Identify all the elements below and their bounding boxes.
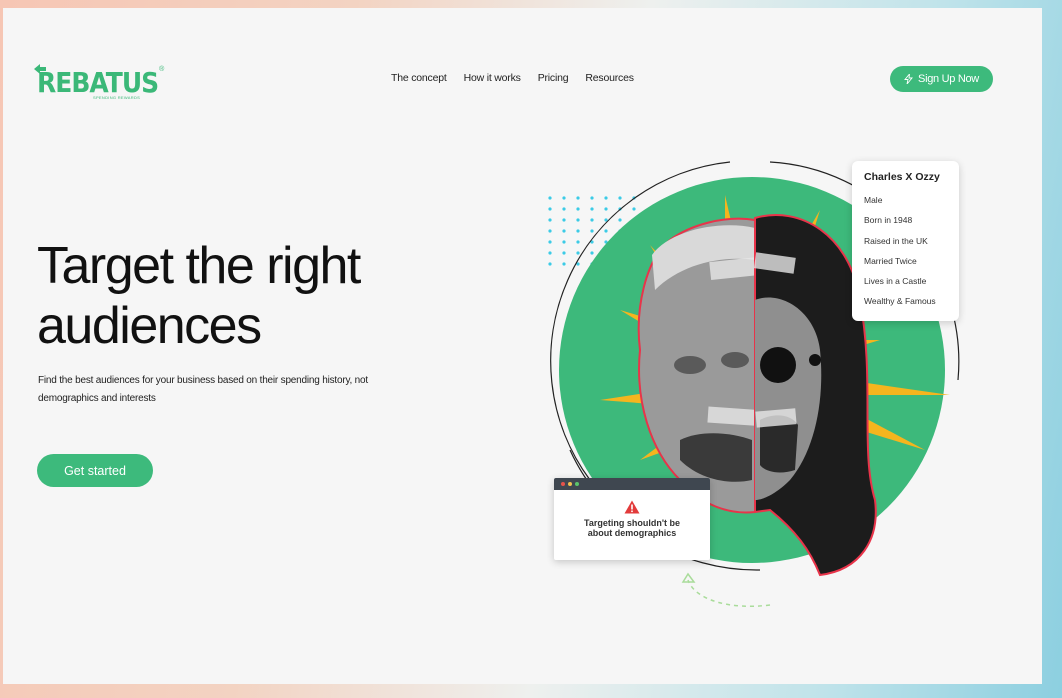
profile-attributes-list: Male Born in 1948 Raised in the UK Marri… <box>864 190 947 312</box>
window-titlebar <box>554 478 710 490</box>
grid-dot <box>576 251 580 255</box>
grid-dot <box>590 196 594 200</box>
profile-attribute: Born in 1948 <box>864 215 913 226</box>
grid-dot <box>618 218 622 222</box>
grid-dot <box>562 251 566 255</box>
hero-headline: Target the right audiences <box>37 236 457 356</box>
headline-line-1: Target the right <box>37 237 361 295</box>
nav-item-how-it-works[interactable]: How it works <box>464 72 521 84</box>
grid-dot <box>562 218 566 222</box>
window-close-dot <box>561 482 565 486</box>
grid-dot <box>562 207 566 211</box>
brand-tagline: SPENDING REWARDS <box>93 95 141 100</box>
headline-line-2: audiences <box>37 297 262 355</box>
brand-name: REBATUS <box>37 66 159 99</box>
grid-dot <box>576 240 580 244</box>
grid-dot <box>590 207 594 211</box>
grid-dot <box>576 229 580 233</box>
grid-dot <box>562 196 566 200</box>
grid-dot <box>562 240 566 244</box>
grid-dot <box>548 196 552 200</box>
main-nav: The concept How it works Pricing Resourc… <box>391 72 634 84</box>
window-minimize-dot <box>568 482 572 486</box>
grid-dot <box>632 207 636 211</box>
grid-dot <box>548 240 552 244</box>
nav-item-concept[interactable]: The concept <box>391 72 447 84</box>
alert-window: Targeting shouldn't be about demographic… <box>554 478 710 560</box>
grid-dot <box>548 207 552 211</box>
dashed-arrow <box>687 579 771 607</box>
nav-item-pricing[interactable]: Pricing <box>538 72 569 84</box>
warning-icon <box>624 500 640 514</box>
signup-label: Sign Up Now <box>918 73 979 85</box>
grid-dot <box>548 229 552 233</box>
grid-dot <box>618 196 622 200</box>
alert-message-line-1: Targeting shouldn't be <box>584 518 680 528</box>
profile-attribute: Male <box>864 195 883 205</box>
grid-dot <box>548 218 552 222</box>
profile-attribute: Married Twice <box>864 255 917 266</box>
grid-dot <box>590 218 594 222</box>
profile-card-title: Charles X Ozzy <box>864 171 940 183</box>
grid-dot <box>590 229 594 233</box>
get-started-button[interactable]: Get started <box>37 454 153 487</box>
brand-registered-mark: ® <box>159 66 165 73</box>
grid-dot <box>604 196 608 200</box>
grid-dot <box>548 251 552 255</box>
window-maximize-dot <box>575 482 579 486</box>
lightning-icon <box>904 74 914 84</box>
grid-dot <box>548 262 552 266</box>
nav-item-resources[interactable]: Resources <box>585 72 634 84</box>
grid-dot <box>604 229 608 233</box>
grid-dot <box>590 251 594 255</box>
profile-card: Charles X Ozzy Male Born in 1948 Raised … <box>852 161 959 321</box>
grid-dot <box>576 207 580 211</box>
alert-message-line-2: about demographics <box>587 528 677 538</box>
hero-subtext: Find the best audiences for your busines… <box>38 375 368 404</box>
grid-dot <box>604 207 608 211</box>
grid-dot <box>562 229 566 233</box>
grid-dot <box>576 218 580 222</box>
brand-logo[interactable]: REBATUS® SPENDING REWARDS <box>34 64 165 100</box>
profile-attribute: Lives in a Castle <box>864 276 927 287</box>
signup-button[interactable]: Sign Up Now <box>890 66 993 92</box>
grid-dot <box>576 196 580 200</box>
grid-dot <box>562 262 566 266</box>
profile-attribute: Wealthy & Famous <box>864 296 936 307</box>
alert-message: Targeting shouldn't be about demographic… <box>554 518 710 538</box>
profile-attribute: Raised in the UK <box>864 235 928 246</box>
